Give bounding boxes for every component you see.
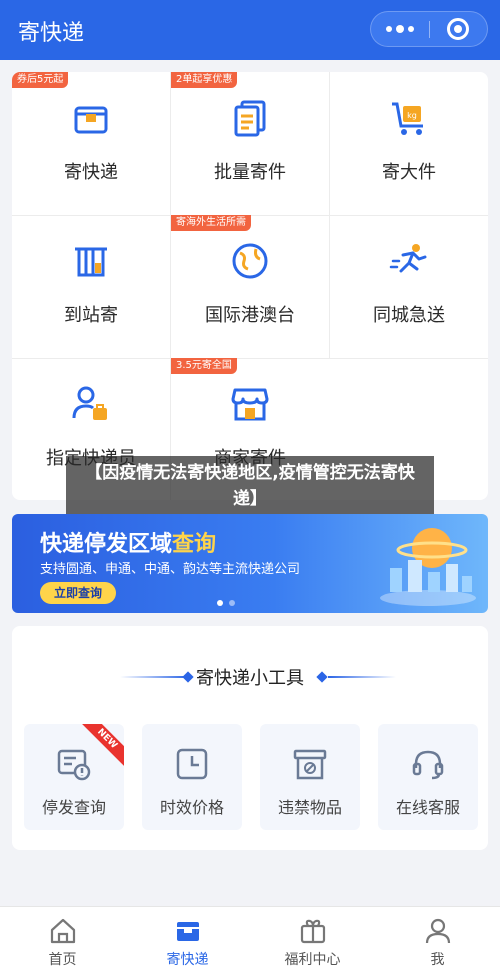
service-large-item[interactable]: kg 寄大件	[330, 72, 488, 215]
capsule-divider	[429, 21, 430, 38]
tab-label: 寄快递	[166, 952, 209, 968]
tab-label: 我	[430, 952, 445, 968]
suspension-query-banner[interactable]: 快递停发区域查询 支持圆通、申通、中通、韵达等主流快递公司 立即查询	[12, 514, 488, 613]
close-target-icon[interactable]	[447, 18, 469, 40]
page-title: 寄快递	[18, 21, 85, 46]
mini-program-capsule	[370, 11, 488, 47]
svg-text:kg: kg	[407, 111, 417, 120]
tool-prohibited-items[interactable]: 违禁物品	[260, 724, 360, 830]
banner-title: 快递停发区域查询	[40, 526, 216, 558]
service-international[interactable]: 寄海外生活所需 国际港澳台	[171, 215, 329, 358]
app-header: 寄快递	[0, 0, 500, 60]
tool-label: 时效价格	[159, 798, 224, 817]
service-same-city[interactable]: 同城急送	[330, 215, 488, 358]
tool-label: 在线客服	[395, 798, 460, 817]
suspend-query-icon	[57, 749, 91, 781]
service-station-send[interactable]: 到站寄	[12, 215, 170, 358]
tools-card: 寄快递小工具 NEW 停发查询 时效价格 违禁物品 在线客服	[12, 626, 488, 850]
bottom-tab-bar: 首页 寄快递 福利中心 我	[0, 906, 500, 976]
home-icon	[50, 918, 76, 944]
banner-title-highlight: 查询	[172, 532, 217, 557]
service-send-express[interactable]: 券后5元起 寄快递	[12, 72, 170, 215]
tool-time-price[interactable]: 时效价格	[142, 724, 242, 830]
service-grid: 券后5元起 寄快递 2单起享优惠 批量寄件 kg 寄大件 到站寄 寄海外生活所需…	[12, 72, 488, 500]
promo-tag: 券后5元起	[12, 72, 69, 88]
tab-home[interactable]: 首页	[0, 907, 125, 976]
headset-icon	[412, 750, 444, 780]
banner-title-main: 快递停发区域	[40, 532, 173, 557]
clock-icon	[176, 748, 208, 780]
tab-send-express[interactable]: 寄快递	[125, 907, 250, 976]
service-label: 寄快递	[64, 162, 118, 183]
promo-tag: 3.5元寄全国	[171, 358, 237, 374]
parcel-box-icon	[74, 106, 108, 134]
banner-illustration	[380, 528, 476, 606]
service-label: 国际港澳台	[205, 305, 295, 326]
tool-label: 违禁物品	[277, 798, 342, 817]
tools-title: 寄快递小工具	[196, 668, 304, 689]
prohibited-box-icon	[293, 749, 327, 780]
shop-icon	[231, 388, 269, 421]
more-icon[interactable]	[371, 12, 429, 46]
service-label: 同城急送	[373, 305, 445, 326]
service-label: 到站寄	[64, 305, 118, 326]
document-stack-icon	[234, 100, 266, 137]
user-icon	[425, 918, 451, 944]
title-decoration	[328, 676, 396, 678]
tab-me[interactable]: 我	[375, 907, 500, 976]
promo-tag: 寄海外生活所需	[171, 215, 251, 231]
service-label: 寄大件	[382, 162, 436, 183]
banner-subtitle: 支持圆通、申通、中通、韵达等主流快递公司	[40, 562, 301, 577]
kg-cart-icon: kg	[392, 102, 423, 135]
gift-icon	[300, 919, 326, 944]
overlay-caption: 【因疫情无法寄快递地区,疫情管控无法寄快递】	[66, 456, 434, 516]
tool-suspend-query[interactable]: NEW 停发查询	[24, 724, 124, 830]
overlay-caption-text: 【因疫情无法寄快递地区,疫情管控无法寄快递】	[85, 463, 415, 509]
courier-person-icon	[72, 386, 107, 420]
station-icon	[75, 247, 107, 277]
query-now-button[interactable]: 立即查询	[40, 582, 117, 604]
runner-icon	[389, 244, 427, 273]
tab-welfare-center[interactable]: 福利中心	[250, 907, 375, 976]
globe-icon	[232, 243, 268, 279]
promo-tag: 2单起享优惠	[171, 72, 238, 88]
parcel-icon	[177, 922, 199, 941]
tab-label: 首页	[48, 952, 77, 968]
tool-online-support[interactable]: 在线客服	[378, 724, 478, 830]
tool-label: 停发查询	[41, 798, 106, 817]
carousel-dots	[217, 600, 235, 606]
service-batch-send[interactable]: 2单起享优惠 批量寄件	[171, 72, 329, 215]
service-label: 批量寄件	[214, 162, 286, 183]
tab-label: 福利中心	[284, 952, 341, 968]
